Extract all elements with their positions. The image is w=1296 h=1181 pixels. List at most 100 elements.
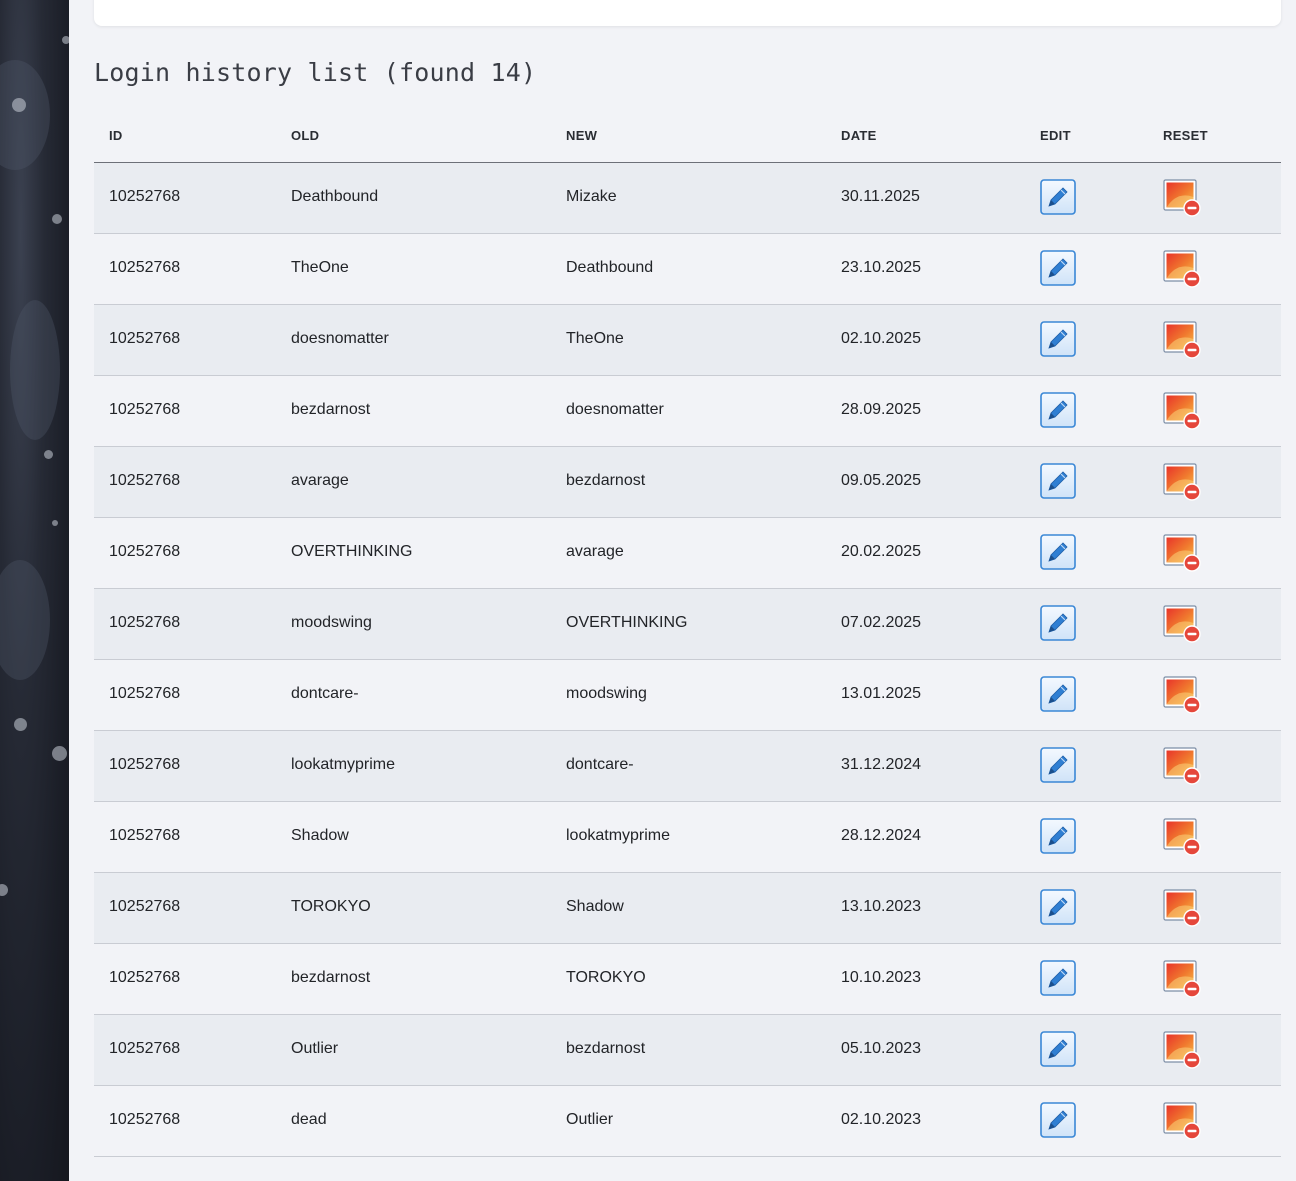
reset-button[interactable] bbox=[1163, 818, 1201, 856]
cell-old-name: moodswing bbox=[291, 614, 372, 631]
image-remove-icon bbox=[1163, 321, 1201, 359]
cell-old-name: Outlier bbox=[291, 1040, 339, 1057]
cell-id: 10252768 bbox=[109, 685, 181, 702]
cell-date: 13.10.2023 bbox=[841, 898, 922, 915]
table-row: 10252768 dontcare- moodswing 13.01.2025 bbox=[94, 660, 1281, 731]
cell-id: 10252768 bbox=[109, 543, 181, 560]
cell-old-name: Deathbound bbox=[291, 188, 379, 205]
edit-button[interactable] bbox=[1040, 250, 1076, 286]
cell-new-name: Deathbound bbox=[566, 259, 654, 276]
column-header-id: ID bbox=[109, 128, 123, 143]
table-row: 10252768 Outlier bezdarnost 05.10.2023 bbox=[94, 1015, 1281, 1086]
edit-button[interactable] bbox=[1040, 889, 1076, 925]
reset-button[interactable] bbox=[1163, 605, 1201, 643]
cell-old-name: TheOne bbox=[291, 259, 349, 276]
reset-button[interactable] bbox=[1163, 392, 1201, 430]
table-row: 10252768 Shadow lookatmyprime 28.12.2024 bbox=[94, 802, 1281, 873]
cell-id: 10252768 bbox=[109, 827, 181, 844]
cell-old-name: dead bbox=[291, 1111, 327, 1128]
reset-button[interactable] bbox=[1163, 889, 1201, 927]
edit-button[interactable] bbox=[1040, 676, 1076, 712]
edit-button[interactable] bbox=[1040, 960, 1076, 996]
cell-new-name: bezdarnost bbox=[566, 1040, 646, 1057]
reset-button[interactable] bbox=[1163, 676, 1201, 714]
pencil-edit-icon bbox=[1040, 1102, 1076, 1138]
image-remove-icon bbox=[1163, 179, 1201, 217]
column-header-new: NEW bbox=[566, 128, 598, 143]
pencil-edit-icon bbox=[1040, 605, 1076, 641]
edit-button[interactable] bbox=[1040, 179, 1076, 215]
reset-button[interactable] bbox=[1163, 463, 1201, 501]
cell-date: 05.10.2023 bbox=[841, 1040, 922, 1057]
pencil-edit-icon bbox=[1040, 889, 1076, 925]
cell-old-name: TOROKYO bbox=[291, 898, 371, 915]
edit-button[interactable] bbox=[1040, 534, 1076, 570]
table-row: 10252768 bezdarnost doesnomatter 28.09.2… bbox=[94, 376, 1281, 447]
pencil-edit-icon bbox=[1040, 179, 1076, 215]
edit-button[interactable] bbox=[1040, 747, 1076, 783]
pencil-edit-icon bbox=[1040, 463, 1076, 499]
main-content: Login history list (found 14) ID OLD NEW… bbox=[69, 0, 1296, 1181]
table-row: 10252768 avarage bezdarnost 09.05.2025 bbox=[94, 447, 1281, 518]
table-row: 10252768 lookatmyprime dontcare- 31.12.2… bbox=[94, 731, 1281, 802]
reset-button[interactable] bbox=[1163, 960, 1201, 998]
cell-old-name: bezdarnost bbox=[291, 401, 371, 418]
cell-id: 10252768 bbox=[109, 756, 181, 773]
edit-button[interactable] bbox=[1040, 321, 1076, 357]
cell-date: 28.12.2024 bbox=[841, 827, 922, 844]
table-row: 10252768 TheOne Deathbound 23.10.2025 bbox=[94, 234, 1281, 305]
reset-button[interactable] bbox=[1163, 534, 1201, 572]
cell-new-name: Outlier bbox=[566, 1111, 614, 1128]
cell-old-name: OVERTHINKING bbox=[291, 543, 413, 560]
table-row: 10252768 OVERTHINKING avarage 20.02.2025 bbox=[94, 518, 1281, 589]
table-header: ID OLD NEW DATE EDIT RESET bbox=[94, 108, 1281, 163]
edit-button[interactable] bbox=[1040, 1031, 1076, 1067]
cell-new-name: Mizake bbox=[566, 188, 617, 205]
cell-id: 10252768 bbox=[109, 259, 181, 276]
table-row: 10252768 bezdarnost TOROKYO 10.10.2023 bbox=[94, 944, 1281, 1015]
pencil-edit-icon bbox=[1040, 250, 1076, 286]
edit-button[interactable] bbox=[1040, 392, 1076, 428]
edit-button[interactable] bbox=[1040, 605, 1076, 641]
image-remove-icon bbox=[1163, 605, 1201, 643]
cell-old-name: Shadow bbox=[291, 827, 349, 844]
cell-old-name: avarage bbox=[291, 472, 349, 489]
cell-id: 10252768 bbox=[109, 969, 181, 986]
cell-old-name: dontcare- bbox=[291, 685, 359, 702]
pencil-edit-icon bbox=[1040, 676, 1076, 712]
background-artwork bbox=[0, 0, 69, 1181]
reset-button[interactable] bbox=[1163, 1102, 1201, 1140]
table-row: 10252768 moodswing OVERTHINKING 07.02.20… bbox=[94, 589, 1281, 660]
login-history-table: ID OLD NEW DATE EDIT RESET 10252768 Deat… bbox=[94, 108, 1281, 1157]
reset-button[interactable] bbox=[1163, 321, 1201, 359]
cell-date: 07.02.2025 bbox=[841, 614, 922, 631]
cell-old-name: doesnomatter bbox=[291, 330, 389, 347]
cell-id: 10252768 bbox=[109, 472, 181, 489]
reset-button[interactable] bbox=[1163, 179, 1201, 217]
image-remove-icon bbox=[1163, 1031, 1201, 1069]
cell-new-name: dontcare- bbox=[566, 756, 634, 773]
image-remove-icon bbox=[1163, 1102, 1201, 1140]
reset-button[interactable] bbox=[1163, 1031, 1201, 1069]
edit-button[interactable] bbox=[1040, 463, 1076, 499]
cell-date: 23.10.2025 bbox=[841, 259, 922, 276]
cell-old-name: lookatmyprime bbox=[291, 756, 396, 773]
image-remove-icon bbox=[1163, 747, 1201, 785]
column-header-old: OLD bbox=[291, 128, 320, 143]
cell-date: 13.01.2025 bbox=[841, 685, 922, 702]
image-remove-icon bbox=[1163, 676, 1201, 714]
cell-new-name: moodswing bbox=[566, 685, 647, 702]
pencil-edit-icon bbox=[1040, 534, 1076, 570]
image-remove-icon bbox=[1163, 889, 1201, 927]
edit-button[interactable] bbox=[1040, 818, 1076, 854]
reset-button[interactable] bbox=[1163, 747, 1201, 785]
cell-date: 02.10.2025 bbox=[841, 330, 922, 347]
cell-id: 10252768 bbox=[109, 1111, 181, 1128]
cell-date: 02.10.2023 bbox=[841, 1111, 922, 1128]
pencil-edit-icon bbox=[1040, 818, 1076, 854]
edit-button[interactable] bbox=[1040, 1102, 1076, 1138]
table-body: 10252768 Deathbound Mizake 30.11.2025 10… bbox=[94, 163, 1281, 1157]
reset-button[interactable] bbox=[1163, 250, 1201, 288]
table-row: 10252768 Deathbound Mizake 30.11.2025 bbox=[94, 163, 1281, 234]
pencil-edit-icon bbox=[1040, 1031, 1076, 1067]
